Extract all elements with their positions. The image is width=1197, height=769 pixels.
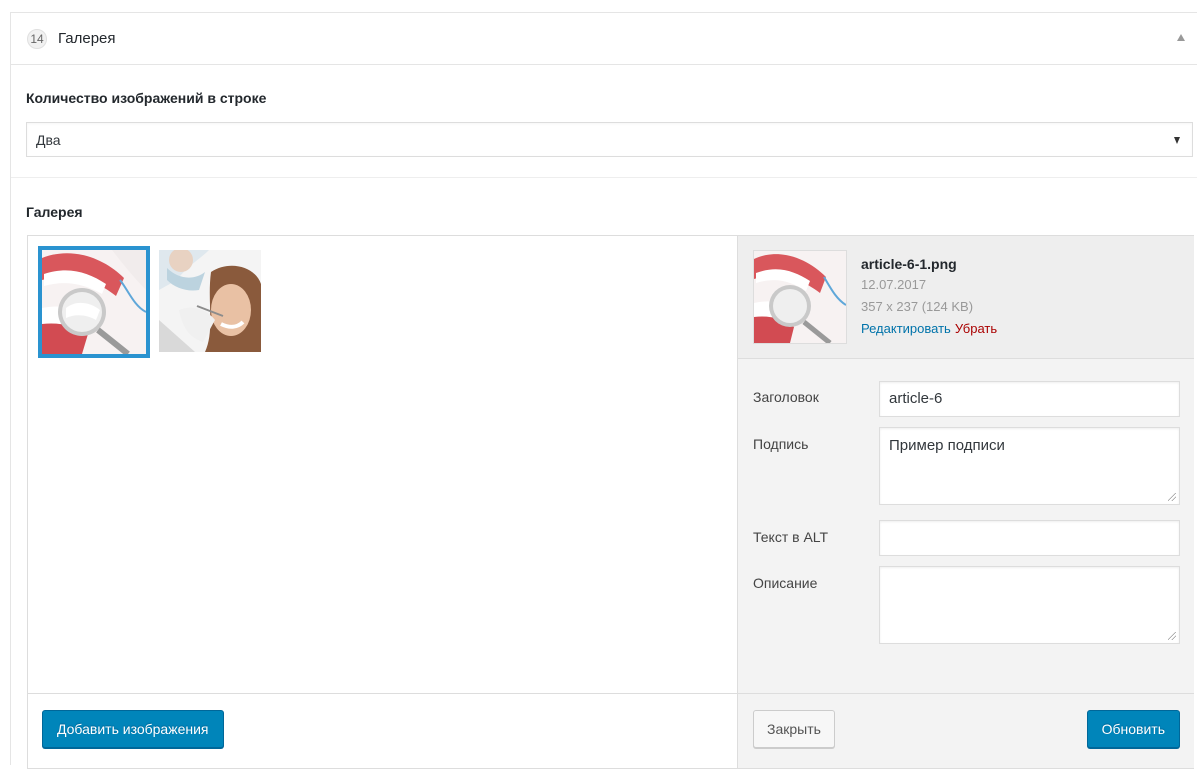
alt-input[interactable] [879,520,1180,556]
columns-select-value: Два [36,132,61,148]
dental-mirror-image [754,251,846,343]
caption-textarea[interactable]: Пример подписи [879,427,1180,505]
panel-header[interactable]: 14 Галерея [11,13,1197,65]
chevron-down-icon [1174,137,1180,144]
title-label: Заголовок [753,389,819,405]
gallery-panel: 14 Галерея Количество изображений в стро… [10,12,1197,769]
update-button[interactable]: Обновить [1086,710,1180,748]
gallery-thumbnail[interactable] [159,250,261,352]
gallery-thumbnail-selected[interactable] [38,246,150,358]
caption-label: Подпись [753,436,809,452]
gallery-thumbnails [28,236,737,693]
triangle-up-icon[interactable] [1177,34,1185,41]
remove-link[interactable]: Убрать [955,321,997,336]
attachment-details: article-6-1.png 12.07.2017 357 x 237 (12… [737,236,1194,693]
attachment-actions: Редактировать Убрать [861,321,997,336]
columns-select[interactable]: Два [26,122,1193,157]
title-input[interactable]: article-6 [879,381,1180,417]
attachment-preview [753,250,847,344]
dentist-patient-image [159,250,261,352]
edit-link[interactable]: Редактировать [861,321,951,336]
field-divider [11,177,1197,178]
close-button[interactable]: Закрыть [753,710,835,748]
attachment-filename: article-6-1.png [861,256,957,272]
gallery-editor: article-6-1.png 12.07.2017 357 x 237 (12… [27,235,1194,769]
attachment-info: article-6-1.png 12.07.2017 357 x 237 (12… [738,236,1194,359]
dental-mirror-image [42,250,146,354]
attachment-toolbar: Закрыть Обновить [737,694,1194,768]
caption-value: Пример подписи [889,437,1005,454]
description-textarea[interactable] [879,566,1180,644]
description-label: Описание [753,575,818,591]
columns-field-label: Количество изображений в строке [26,90,267,106]
panel-title: Галерея [58,30,116,47]
add-images-button[interactable]: Добавить изображения [42,710,224,748]
order-badge: 14 [27,29,47,49]
gallery-field-label: Галерея [26,204,83,220]
resize-handle-icon[interactable] [1168,493,1176,501]
attachment-date: 12.07.2017 [861,277,927,292]
resize-handle-icon[interactable] [1168,632,1176,640]
alt-label: Текст в ALT [753,529,829,545]
gallery-toolbar: Добавить изображения Закрыть Обновить [28,693,1194,768]
attachment-size: 357 x 237 (124 KB) [861,299,974,314]
